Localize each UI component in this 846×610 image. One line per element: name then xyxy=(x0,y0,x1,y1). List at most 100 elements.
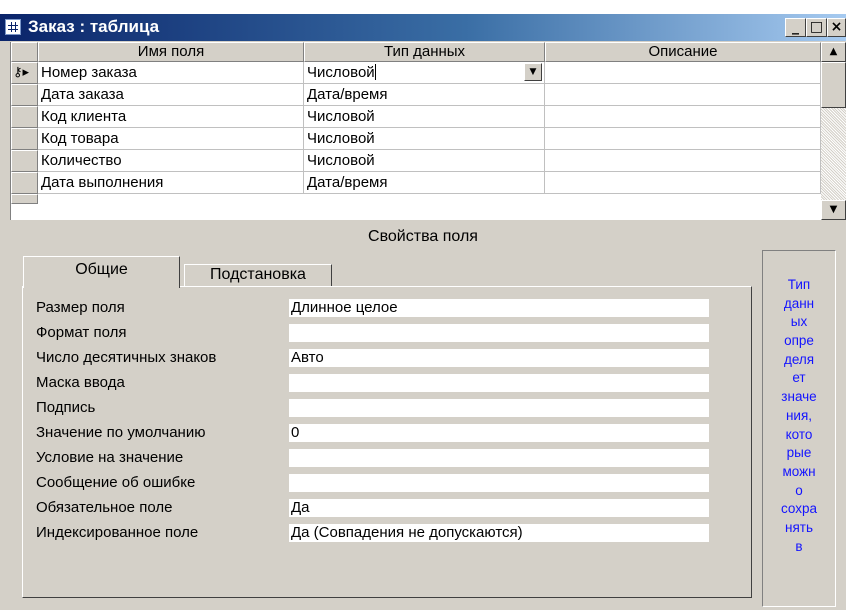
table-row[interactable]: Код товара Числовой xyxy=(11,128,821,150)
title-bar[interactable]: Заказ : таблица _ □ × xyxy=(0,14,846,41)
property-value[interactable]: Авто xyxy=(289,349,709,367)
property-row[interactable]: Обязательное поле Да xyxy=(36,498,716,518)
window-title: Заказ : таблица xyxy=(28,17,160,36)
row-selector[interactable] xyxy=(11,150,38,172)
property-label: Обязательное поле xyxy=(36,499,173,516)
property-value[interactable]: 0 xyxy=(289,424,709,442)
field-name-cell[interactable]: Количество xyxy=(38,150,304,172)
help-line: Тип xyxy=(787,277,811,292)
help-line: ых xyxy=(790,314,808,330)
data-type-cell[interactable]: Дата/время xyxy=(304,172,545,194)
table-row[interactable]: Код клиента Числовой xyxy=(11,106,821,128)
table-icon xyxy=(5,19,21,35)
help-line: сохра xyxy=(780,501,818,517)
minimize-button[interactable]: _ xyxy=(785,18,806,37)
vertical-scrollbar[interactable]: ▲ ▼ xyxy=(821,42,846,220)
property-row[interactable]: Условие на значение xyxy=(36,448,716,468)
property-row[interactable]: Индексированное поле Да (Совпадения не д… xyxy=(36,523,716,543)
help-line: опре xyxy=(784,333,814,349)
tab-general[interactable]: Общие xyxy=(23,256,180,288)
help-line: значе xyxy=(781,389,817,405)
close-button[interactable]: × xyxy=(827,18,846,37)
scroll-thumb[interactable] xyxy=(821,62,846,108)
property-label: Маска ввода xyxy=(36,374,125,391)
description-cell[interactable] xyxy=(545,150,821,172)
property-row[interactable]: Формат поля xyxy=(36,323,716,343)
field-properties-title: Свойства поля xyxy=(368,228,478,245)
data-type-cell[interactable]: Числовой xyxy=(304,128,545,150)
property-row[interactable]: Подпись xyxy=(36,398,716,418)
data-type-value: Числовой xyxy=(307,64,375,81)
row-selector[interactable] xyxy=(11,172,38,194)
column-header-description[interactable]: Описание xyxy=(545,42,821,62)
fields-grid: Имя поля Тип данных Описание ⚷▸ Номер за… xyxy=(10,42,821,220)
table-row[interactable]: Количество Числовой xyxy=(11,150,821,172)
property-label: Значение по умолчанию xyxy=(36,424,206,441)
row-selector[interactable] xyxy=(11,194,38,204)
scroll-up-icon[interactable]: ▲ xyxy=(821,42,846,62)
property-row[interactable]: Размер поля Длинное целое xyxy=(36,298,716,318)
row-selector[interactable] xyxy=(11,106,38,128)
scroll-down-icon[interactable]: ▼ xyxy=(821,200,846,220)
property-value[interactable] xyxy=(289,374,709,392)
property-label: Размер поля xyxy=(36,299,125,316)
field-name-cell[interactable]: Номер заказа xyxy=(38,62,304,84)
property-value[interactable] xyxy=(289,324,709,342)
dropdown-arrow-icon[interactable]: ▼ xyxy=(524,63,542,81)
property-value[interactable] xyxy=(289,399,709,417)
property-label: Число десятичных знаков xyxy=(36,349,217,366)
table-row[interactable]: Дата выполнения Дата/время xyxy=(11,172,821,194)
field-name-cell[interactable]: Код товара xyxy=(38,128,304,150)
description-cell[interactable] xyxy=(545,128,821,150)
property-value[interactable] xyxy=(289,474,709,492)
help-line: о xyxy=(795,482,803,498)
property-row[interactable]: Число десятичных знаков Авто xyxy=(36,348,716,368)
description-cell[interactable] xyxy=(545,172,821,194)
table-row[interactable]: Дата заказа Дата/время xyxy=(11,84,821,106)
property-value[interactable] xyxy=(289,449,709,467)
data-type-cell[interactable]: Числовой xyxy=(304,150,545,172)
help-line: в xyxy=(795,538,803,554)
property-value[interactable]: Да xyxy=(289,499,709,517)
column-header-type[interactable]: Тип данных xyxy=(304,42,545,62)
table-row[interactable]: ⚷▸ Номер заказа Числовой ▼ xyxy=(11,62,821,84)
row-selector[interactable] xyxy=(11,128,38,150)
help-line: кото xyxy=(785,426,813,442)
help-line: деля xyxy=(783,351,815,367)
row-selector-header xyxy=(11,42,38,62)
property-row[interactable]: Сообщение об ошибке xyxy=(36,473,716,493)
help-line: нять xyxy=(785,519,813,535)
data-type-cell[interactable]: Числовой xyxy=(304,106,545,128)
data-type-cell[interactable]: Дата/время xyxy=(304,84,545,106)
property-row[interactable]: Значение по умолчанию 0 xyxy=(36,423,716,443)
field-name-cell[interactable]: Дата выполнения xyxy=(38,172,304,194)
property-value[interactable]: Да (Совпадения не допускаются) xyxy=(289,524,709,542)
column-header-name[interactable]: Имя поля xyxy=(38,42,304,62)
row-selector[interactable] xyxy=(11,84,38,106)
table-row[interactable] xyxy=(11,194,821,204)
help-line: рые xyxy=(786,445,812,461)
maximize-button[interactable]: □ xyxy=(806,18,827,37)
description-cell[interactable] xyxy=(545,84,821,106)
property-row[interactable]: Маска ввода xyxy=(36,373,716,393)
row-selector[interactable]: ⚷▸ xyxy=(11,62,38,84)
help-line: ния, xyxy=(785,407,813,423)
table-design-window: Заказ : таблица _ □ × Имя поля Тип данны… xyxy=(0,14,846,610)
help-line: можн xyxy=(782,463,816,479)
property-label: Индексированное поле xyxy=(36,524,199,541)
property-label: Сообщение об ошибке xyxy=(36,474,196,491)
property-label: Подпись xyxy=(36,399,96,416)
help-line: данн xyxy=(783,295,815,311)
description-cell[interactable] xyxy=(545,106,821,128)
tab-lookup[interactable]: Подстановка xyxy=(184,264,332,287)
help-text-box: Тип данн ых опре деля ет значе ния, кото… xyxy=(762,250,836,607)
help-line: ет xyxy=(792,370,806,386)
data-type-cell[interactable]: Числовой ▼ xyxy=(304,62,545,84)
property-label: Формат поля xyxy=(36,324,127,341)
field-name-cell[interactable]: Код клиента xyxy=(38,106,304,128)
property-value[interactable]: Длинное целое xyxy=(289,299,709,317)
property-label: Условие на значение xyxy=(36,449,184,466)
description-cell[interactable] xyxy=(545,62,821,84)
primary-key-icon: ⚷▸ xyxy=(13,65,30,80)
field-name-cell[interactable]: Дата заказа xyxy=(38,84,304,106)
